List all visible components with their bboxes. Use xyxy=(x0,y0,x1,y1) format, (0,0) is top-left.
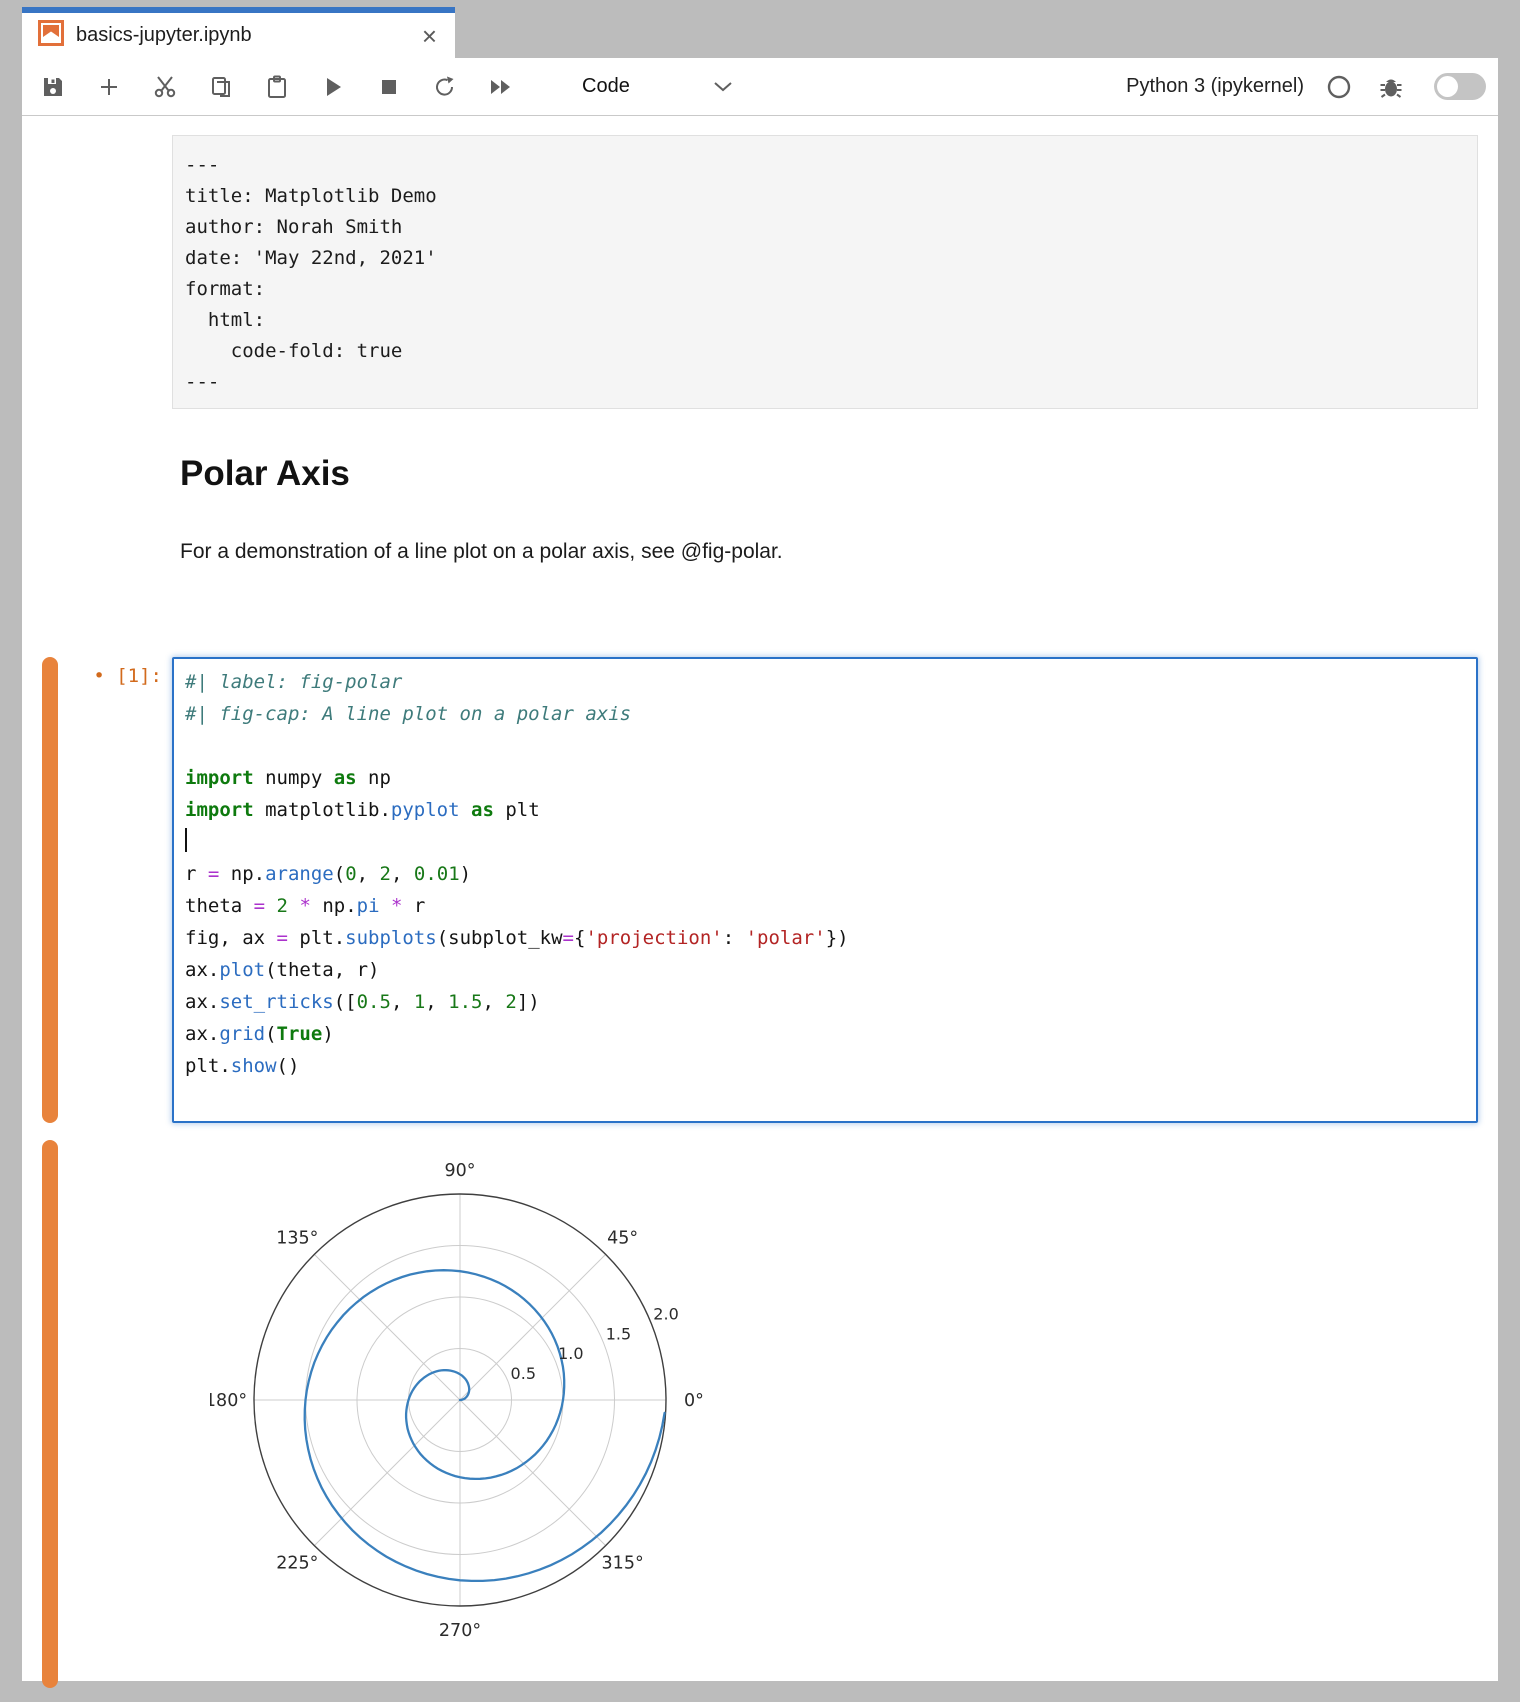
paste-icon[interactable] xyxy=(262,72,292,102)
output-collapser[interactable] xyxy=(42,1140,58,1688)
chevron-down-icon[interactable] xyxy=(708,72,738,102)
svg-text:180°: 180° xyxy=(210,1391,247,1411)
notebook-icon xyxy=(38,20,64,51)
execution-prompt: • [1]: xyxy=(22,665,162,687)
svg-text:90°: 90° xyxy=(444,1161,475,1181)
raw-yaml-cell[interactable]: --- title: Matplotlib Demo author: Norah… xyxy=(172,135,1478,409)
text-caret xyxy=(185,828,187,852)
svg-text:1.0: 1.0 xyxy=(558,1344,583,1363)
run-button[interactable] xyxy=(318,72,348,102)
markdown-heading: Polar Axis xyxy=(180,454,350,494)
svg-text:135°: 135° xyxy=(276,1228,318,1248)
copy-icon[interactable] xyxy=(206,72,236,102)
polar-plot-output: 0° 45° 90° 135° 180° 225° 270° 315° 0.5 1.0 1.5 2.0 xyxy=(210,1140,710,1672)
kernel-status-icon xyxy=(1324,72,1354,102)
interrupt-button[interactable] xyxy=(374,72,404,102)
svg-text:270°: 270° xyxy=(439,1621,481,1641)
simple-mode-toggle[interactable] xyxy=(1434,73,1486,100)
svg-text:1.5: 1.5 xyxy=(606,1324,631,1343)
insert-cell-button[interactable] xyxy=(94,72,124,102)
debugger-bug-icon[interactable] xyxy=(1376,72,1406,102)
svg-text:45°: 45° xyxy=(607,1228,638,1248)
cut-icon[interactable] xyxy=(150,72,180,102)
tab-title: basics-jupyter.ipynb xyxy=(76,24,418,47)
toggle-knob xyxy=(1437,76,1458,97)
svg-text:2.0: 2.0 xyxy=(653,1305,678,1324)
restart-run-all-button[interactable] xyxy=(486,72,516,102)
markdown-paragraph: For a demonstration of a line plot on a … xyxy=(180,540,783,564)
input-collapser[interactable] xyxy=(42,657,58,1123)
restart-kernel-button[interactable] xyxy=(430,72,460,102)
svg-text:0°: 0° xyxy=(684,1391,704,1411)
cell-type-dropdown[interactable]: Code xyxy=(582,75,630,98)
svg-text:225°: 225° xyxy=(276,1554,318,1574)
save-button[interactable] xyxy=(38,72,68,102)
notebook-tab[interactable]: basics-jupyter.ipynb × xyxy=(22,7,455,58)
svg-text:315°: 315° xyxy=(602,1554,644,1574)
notebook-toolbar: Code Python 3 (ipykernel) xyxy=(22,58,1498,116)
code-cell-editor[interactable]: #| label: fig-polar#| fig-cap: A line pl… xyxy=(172,657,1478,1123)
tab-close-icon[interactable]: × xyxy=(418,23,441,49)
svg-text:0.5: 0.5 xyxy=(511,1364,536,1383)
kernel-name[interactable]: Python 3 (ipykernel) xyxy=(1126,75,1304,98)
notebook-content: --- title: Matplotlib Demo author: Norah… xyxy=(22,116,1498,1681)
